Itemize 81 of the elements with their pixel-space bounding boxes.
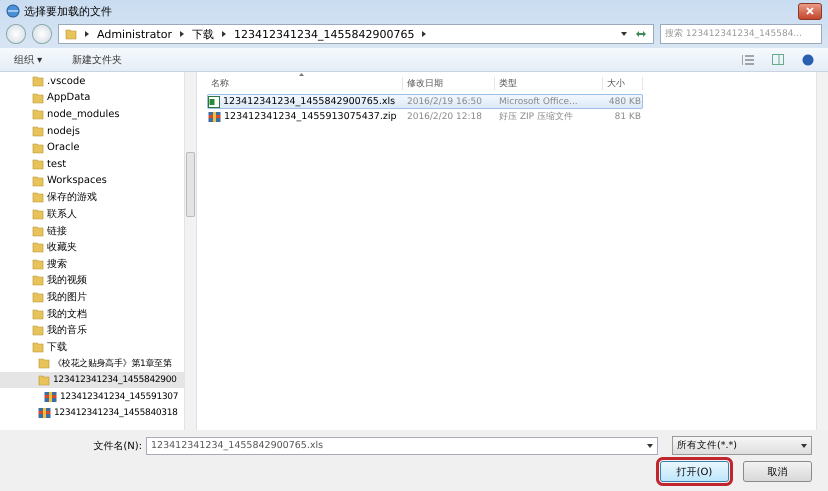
folder-icon — [38, 374, 50, 386]
dropdown-icon[interactable] — [647, 444, 653, 448]
refresh-icon[interactable] — [635, 29, 647, 39]
window-title: 选择要加载的文件 — [24, 4, 112, 18]
breadcrumb-item[interactable]: 123412341234_1455842900765 — [234, 28, 414, 40]
tree-item[interactable]: 我的视频 — [0, 272, 184, 289]
forward-button[interactable] — [32, 24, 52, 44]
sort-arrow-icon — [299, 73, 304, 76]
folder-icon — [32, 75, 44, 88]
folder-icon — [32, 241, 44, 254]
preview-pane-icon[interactable] — [772, 54, 784, 65]
folder-icon — [32, 258, 44, 270]
tree-item[interactable]: 123412341234_145591307 — [0, 388, 184, 405]
toolbar-button[interactable]: 组织 ▾ — [14, 52, 42, 66]
file-row[interactable]: 123412341234_1455842900765.xls 2016/2/19 16:50 Microsoft Office... 480 KB — [207, 94, 643, 109]
scrollbar[interactable] — [816, 72, 828, 430]
column-header[interactable]: 大小 — [603, 76, 643, 90]
folder-icon — [32, 324, 44, 336]
tree-item[interactable]: 联系人 — [0, 206, 184, 222]
tree-item[interactable]: 收藏夹 — [0, 238, 184, 256]
archive-icon — [208, 110, 221, 122]
folder-icon — [32, 191, 44, 204]
dropdown-icon — [801, 444, 807, 448]
tree-item[interactable]: 保存的游戏 — [0, 189, 184, 206]
folder-icon — [32, 108, 44, 120]
back-button[interactable] — [6, 24, 26, 44]
file-type-select[interactable]: 所有文件(*.*) — [672, 436, 812, 455]
close-icon — [805, 7, 815, 15]
archive-icon — [38, 407, 51, 420]
scrollbar[interactable] — [184, 72, 196, 430]
tree-item[interactable]: .vscode — [0, 73, 184, 90]
spreadsheet-icon — [208, 96, 220, 108]
chevron-icon — [85, 31, 89, 37]
breadcrumb-item[interactable]: Administrator — [97, 28, 172, 40]
tree-item[interactable]: 下载 — [0, 338, 184, 356]
folder-icon — [32, 92, 44, 104]
address-bar[interactable]: Administrator 下载 123412341234_1455842900765 — [58, 24, 654, 44]
close-button[interactable] — [798, 2, 822, 20]
toolbar-button[interactable]: 新建文件夹 — [72, 52, 122, 66]
folder-icon — [32, 208, 44, 220]
dropdown-icon[interactable] — [621, 32, 627, 36]
chevron-icon — [180, 31, 184, 37]
tree-item[interactable]: 我的音乐 — [0, 322, 184, 338]
tree-item[interactable]: node_modules — [0, 106, 184, 123]
tree-item[interactable]: Workspaces — [0, 172, 184, 190]
tree-item[interactable]: AppData — [0, 90, 184, 106]
column-header[interactable]: 修改日期 — [403, 76, 495, 90]
tree-item[interactable]: test — [0, 156, 184, 173]
filename-field[interactable]: 123412341234_1455842900765.xls — [146, 436, 658, 454]
folder-icon — [38, 357, 50, 370]
folder-icon — [32, 274, 44, 286]
tree-item[interactable]: Oracle — [0, 139, 184, 156]
tree-item[interactable]: nodejs — [0, 122, 184, 140]
chevron-icon — [422, 31, 426, 37]
tree-item[interactable]: 我的文档 — [0, 305, 184, 322]
folder-icon — [32, 340, 44, 353]
tree-item[interactable]: 123412341234_1455840318 — [0, 404, 184, 422]
tree-item[interactable]: 《校花之贴身高手》第1章至第 — [0, 355, 184, 372]
breadcrumb-item[interactable]: 下载 — [192, 26, 214, 42]
folder-icon — [32, 158, 44, 170]
search-field[interactable]: 搜索 123412341234_145584... — [660, 24, 822, 44]
column-header[interactable]: 类型 — [495, 76, 603, 90]
folder-icon — [32, 224, 44, 237]
folder-icon — [32, 308, 44, 320]
folder-icon — [32, 174, 44, 187]
folder-icon — [32, 125, 44, 138]
dialog-button[interactable]: 取消 — [743, 461, 812, 482]
chevron-icon — [222, 31, 226, 37]
view-list-icon[interactable] — [742, 54, 754, 64]
tree-item[interactable]: 链接 — [0, 222, 184, 239]
tree-item[interactable]: 搜索 — [0, 256, 184, 272]
column-header[interactable]: 名称 — [207, 76, 403, 90]
filename-label: 文件名(N): — [93, 440, 142, 452]
folder-icon — [65, 28, 77, 40]
tree-item[interactable]: 我的图片 — [0, 288, 184, 306]
archive-icon — [44, 390, 57, 403]
help-icon[interactable] — [802, 54, 814, 66]
folder-icon — [32, 142, 44, 154]
tree-item[interactable]: 123412341234_1455842900 — [0, 372, 184, 388]
file-row[interactable]: 123412341234_1455913075437.zip 2016/2/20 12:18 好压 ZIP 压缩文件 81 KB — [207, 109, 643, 124]
folder-icon — [32, 291, 44, 304]
